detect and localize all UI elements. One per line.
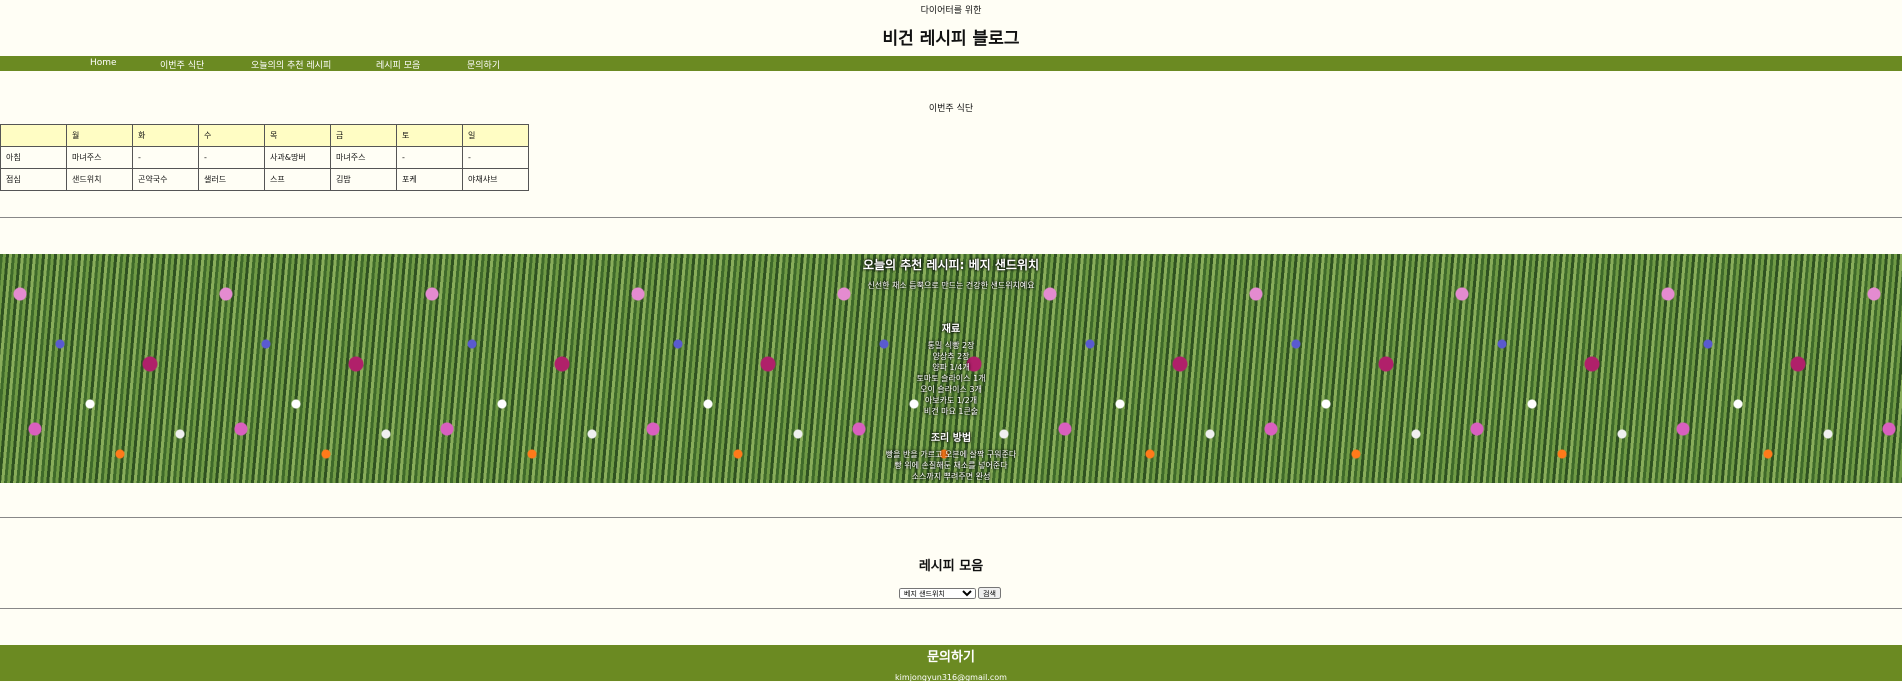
- list-item: 오이 슬라이스 3개: [920, 385, 982, 394]
- table-cell: 김밥: [330, 168, 397, 191]
- table-header-cell: 수: [198, 124, 265, 147]
- header-subtitle: 다이어터를 위한: [920, 6, 982, 16]
- table-header-row: 월 화 수 목 금 토 일: [0, 124, 529, 147]
- page-title: 비건 레시피 블로그: [882, 29, 1020, 49]
- recipe-list-heading: 레시피 모음: [918, 559, 984, 574]
- list-item: 아보카도 1/2개: [924, 396, 978, 405]
- nav-today-recipe[interactable]: 오늘의의 추천 레시피: [251, 58, 331, 71]
- meal-plan-table: 월 화 수 목 금 토 일 아침 마녀주스 - - 사과&땅버 마녀주스 - -…: [0, 124, 529, 191]
- table-cell: 곤약국수: [132, 168, 199, 191]
- table-cell: -: [198, 146, 265, 169]
- section-divider: [0, 517, 1902, 518]
- table-row: 아침 마녀주스 - - 사과&땅버 마녀주스 - -: [0, 146, 529, 169]
- table-header-cell: 목: [264, 124, 331, 147]
- nav-weekly-meal[interactable]: 이번주 식단: [160, 58, 204, 71]
- table-cell: 사과&땅버: [264, 146, 331, 169]
- list-item: 비건 마요 1큰술: [923, 407, 979, 416]
- list-item: 통밀 식빵 2장: [927, 341, 975, 350]
- main-nav: Home 이번주 식단 오늘의의 추천 레시피 레시피 모음 문의하기: [0, 56, 1902, 71]
- search-button[interactable]: 검색: [978, 587, 1001, 599]
- table-row-label: 아침: [0, 146, 67, 169]
- list-item: 양파 1/4개: [932, 363, 970, 372]
- list-item: 소스까지 뿌려주면 완성: [911, 472, 991, 481]
- table-cell: -: [132, 146, 199, 169]
- meal-plan-heading: 이번주 식단: [928, 104, 974, 114]
- nav-recipe-list[interactable]: 레시피 모음: [376, 58, 420, 71]
- section-divider: [0, 608, 1902, 609]
- table-cell: -: [396, 146, 463, 169]
- table-cell: 스프: [264, 168, 331, 191]
- table-cell: -: [462, 146, 529, 169]
- list-item: 토마토 슬라이스 1개: [916, 374, 986, 383]
- list-item: 빵을 반을 가르고 오븐에 살짝 구워준다: [885, 450, 1017, 459]
- table-header-cell: 월: [66, 124, 133, 147]
- nav-home[interactable]: Home: [90, 58, 117, 68]
- table-header-cell: 화: [132, 124, 199, 147]
- ingredients-heading: 재료: [941, 324, 961, 335]
- nav-contact[interactable]: 문의하기: [467, 58, 500, 71]
- steps-heading: 조리 방법: [930, 433, 972, 444]
- recipe-heading: 오늘의 추천 레시피: 베지 샌드위치: [862, 258, 1040, 272]
- table-cell: 마녀주스: [66, 146, 133, 169]
- table-header-cell: 금: [330, 124, 397, 147]
- table-cell: 샐러드: [198, 168, 265, 191]
- ingredients-list: 통밀 식빵 2장 양상추 2장 양파 1/4개 토마토 슬라이스 1개 오이 슬…: [0, 340, 1902, 417]
- footer-heading: 문의하기: [927, 650, 975, 665]
- table-cell: 포케: [396, 168, 463, 191]
- table-cell: 야채샤브: [462, 168, 529, 191]
- table-row-label: 점심: [0, 168, 67, 191]
- table-header-cell: [0, 124, 67, 147]
- table-cell: 샌드위치: [66, 168, 133, 191]
- steps-list: 빵을 반을 가르고 오븐에 살짝 구워준다 빵 위에 손질해둔 채소를 넣어준다…: [0, 449, 1902, 482]
- section-divider: [0, 217, 1902, 218]
- table-row: 점심 샌드위치 곤약국수 샐러드 스프 김밥 포케 야채샤브: [0, 168, 529, 191]
- table-header-cell: 일: [462, 124, 529, 147]
- recipe-search-form: 베지 샌드위치 검색: [899, 581, 1001, 600]
- recipe-hero-section: 오늘의 추천 레시피: 베지 샌드위치 신선한 채소 듬뿍으로 만드는 건강한 …: [0, 254, 1902, 483]
- list-item: 빵 위에 손질해둔 채소를 넣어준다: [894, 461, 1008, 470]
- list-item: 양상추 2장: [932, 352, 970, 361]
- recipe-select[interactable]: 베지 샌드위치: [899, 588, 976, 599]
- recipe-description: 신선한 채소 듬뿍으로 만드는 건강한 샌드위치예요: [867, 281, 1035, 290]
- footer: 문의하기 kimjongyun316@gmail.com: [0, 645, 1902, 682]
- table-header-cell: 토: [396, 124, 463, 147]
- table-cell: 마녀주스: [330, 146, 397, 169]
